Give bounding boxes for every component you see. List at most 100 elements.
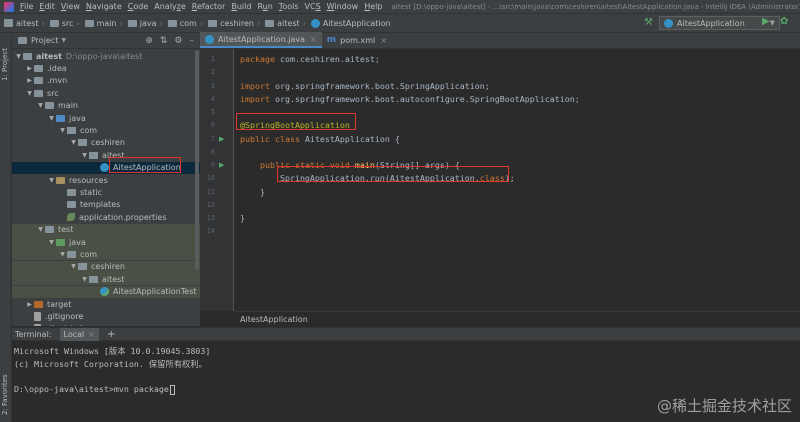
breadcrumb-item[interactable]: src › bbox=[48, 19, 83, 28]
tree-item[interactable]: ▶ .idea bbox=[12, 62, 200, 74]
favorites-tool-tab[interactable]: 2: Favorites bbox=[1, 363, 11, 415]
project-path: D:\oppo-java\aitest bbox=[65, 51, 143, 61]
line-number: 13 bbox=[206, 214, 215, 222]
breadcrumb-item[interactable]: com › bbox=[166, 19, 206, 28]
chevron-down-icon[interactable]: ▼ bbox=[47, 177, 56, 184]
tree-item[interactable]: static bbox=[12, 186, 200, 198]
folder-icon bbox=[34, 89, 43, 97]
run-icon[interactable]: ▶ bbox=[762, 16, 770, 27]
editor-tab[interactable]: AitestApplication.java × bbox=[200, 32, 322, 48]
tree-item-label: .mvn bbox=[47, 76, 68, 86]
menu-refactor[interactable]: Refactor bbox=[189, 0, 229, 14]
tree-item[interactable]: templates bbox=[12, 199, 200, 211]
line-number: 5 bbox=[210, 108, 215, 116]
chevron-down-icon[interactable]: ▼ bbox=[47, 115, 56, 122]
project-panel-title: Project bbox=[31, 36, 59, 45]
menu-file[interactable]: File bbox=[17, 0, 36, 14]
chevron-right-icon[interactable]: ▶ bbox=[25, 65, 34, 72]
tree-item[interactable]: ▼ aitest D:\oppo-java\aitest bbox=[12, 50, 200, 62]
menu-help[interactable]: Help bbox=[361, 0, 385, 14]
breadcrumb-item[interactable]: java › bbox=[126, 19, 166, 28]
menu-build[interactable]: Build bbox=[228, 0, 254, 14]
tree-item[interactable]: ▼ com bbox=[12, 248, 200, 261]
gear-icon[interactable]: ⚙ bbox=[174, 36, 182, 46]
chevron-right-icon: › bbox=[159, 18, 163, 28]
menu-code[interactable]: Code bbox=[125, 0, 152, 14]
collapse-icon[interactable]: ⇅ bbox=[160, 36, 168, 46]
tree-item[interactable]: application.properties bbox=[12, 211, 200, 223]
tree-item[interactable]: .gitignore bbox=[12, 310, 200, 322]
breadcrumb-item[interactable]: main › bbox=[83, 19, 126, 28]
breadcrumb-item[interactable]: aitest › bbox=[0, 19, 48, 28]
add-terminal-icon[interactable]: + bbox=[107, 329, 115, 340]
tree-item[interactable]: ▶ target bbox=[12, 298, 200, 310]
tree-item[interactable]: AitestApplicationTest bbox=[12, 285, 200, 298]
menu-run[interactable]: Run bbox=[254, 0, 275, 14]
chevron-right-icon[interactable]: ▶ bbox=[25, 301, 34, 308]
tree-item[interactable]: ▼ resources bbox=[12, 174, 200, 186]
run-gutter-icon[interactable]: ▶ bbox=[219, 135, 224, 143]
tree-item[interactable]: aitest.iml bbox=[12, 323, 200, 326]
tree-item-label: java bbox=[69, 237, 86, 247]
tree-item[interactable]: ▼ test bbox=[12, 223, 200, 236]
chevron-right-icon[interactable]: ▶ bbox=[25, 77, 34, 84]
breadcrumb-item[interactable]: AitestApplication bbox=[309, 18, 391, 28]
chevron-down-icon[interactable]: ▼ bbox=[69, 263, 78, 270]
menu-analyze[interactable]: Analyze bbox=[151, 0, 189, 14]
breadcrumb-item[interactable]: aitest › bbox=[263, 19, 309, 28]
chevron-down-icon[interactable]: ▼ bbox=[58, 251, 67, 258]
menu-edit[interactable]: Edit bbox=[36, 0, 58, 14]
left-tool-strip: 1: Project 2: Favorites bbox=[0, 33, 12, 422]
project-view-selector[interactable]: Project ▼ bbox=[18, 36, 66, 45]
editor-tab[interactable]: m pom.xml × bbox=[322, 32, 392, 48]
close-icon[interactable]: × bbox=[88, 330, 95, 339]
tree-item[interactable]: ▼ java bbox=[12, 236, 200, 248]
tree-item[interactable]: ▼ aitest bbox=[12, 273, 200, 286]
breadcrumb-item[interactable]: ceshiren › bbox=[206, 19, 263, 28]
close-icon[interactable]: × bbox=[380, 36, 387, 45]
tree-item[interactable]: ▶ .mvn bbox=[12, 75, 200, 87]
close-icon[interactable]: × bbox=[310, 35, 317, 44]
chevron-down-icon[interactable]: ▼ bbox=[25, 90, 34, 97]
project-tool-tab[interactable]: 1: Project bbox=[1, 37, 11, 81]
tree-item[interactable]: ▼ main bbox=[12, 100, 200, 112]
tree-item[interactable]: ▼ src bbox=[12, 87, 200, 99]
build-hammer-icon[interactable]: ⚒ bbox=[644, 17, 653, 28]
class-icon bbox=[205, 34, 214, 44]
chevron-down-icon[interactable]: ▼ bbox=[36, 102, 45, 109]
terminal-line: D:\oppo-java\aitest>mvn package bbox=[14, 384, 175, 395]
tree-item[interactable]: ▼ ceshiren bbox=[12, 137, 200, 149]
menu-tools[interactable]: Tools bbox=[276, 0, 302, 14]
chevron-down-icon[interactable]: ▼ bbox=[58, 127, 67, 134]
tree-item[interactable]: ▼ com bbox=[12, 124, 200, 136]
chevron-down-icon[interactable]: ▼ bbox=[47, 239, 56, 246]
pkg-icon bbox=[89, 151, 98, 159]
menu-window[interactable]: Window bbox=[324, 0, 362, 14]
hide-icon[interactable]: – bbox=[190, 36, 195, 46]
chevron-down-icon[interactable]: ▼ bbox=[80, 276, 89, 283]
folder-icon bbox=[67, 201, 76, 209]
tree-item[interactable]: ▼ ceshiren bbox=[12, 260, 200, 273]
chevron-down-icon[interactable]: ▼ bbox=[69, 139, 78, 146]
editor-tab-label: AitestApplication.java bbox=[218, 34, 306, 44]
editor-breadcrumb[interactable]: AitestApplication bbox=[234, 311, 800, 327]
chevron-down-icon[interactable]: ▼ bbox=[36, 226, 45, 233]
pkg-icon bbox=[89, 275, 98, 283]
tree-item-label: .gitignore bbox=[45, 311, 84, 321]
project-tree-scrollbar[interactable] bbox=[195, 50, 199, 270]
locate-icon[interactable]: ⊕ bbox=[145, 36, 153, 46]
terminal-tab-local[interactable]: Local × bbox=[59, 327, 99, 341]
menu-navigate[interactable]: Navigate bbox=[83, 0, 125, 14]
code-line: public class AitestApplication { bbox=[240, 133, 400, 144]
run-gutter-icon[interactable]: ▶ bbox=[219, 161, 224, 169]
tree-item-label: resources bbox=[69, 175, 108, 185]
folder-icon bbox=[127, 19, 137, 27]
menu-view[interactable]: View bbox=[58, 0, 83, 14]
menu-vcs[interactable]: VCS bbox=[302, 0, 324, 14]
chevron-right-icon: › bbox=[76, 18, 80, 28]
chevron-down-icon[interactable]: ▼ bbox=[14, 53, 23, 60]
debug-icon[interactable]: ✿ bbox=[780, 16, 788, 27]
chevron-down-icon[interactable]: ▼ bbox=[80, 152, 89, 159]
tree-item[interactable]: ▼ java bbox=[12, 112, 200, 124]
breadcrumb-label: AitestApplication bbox=[322, 18, 391, 28]
